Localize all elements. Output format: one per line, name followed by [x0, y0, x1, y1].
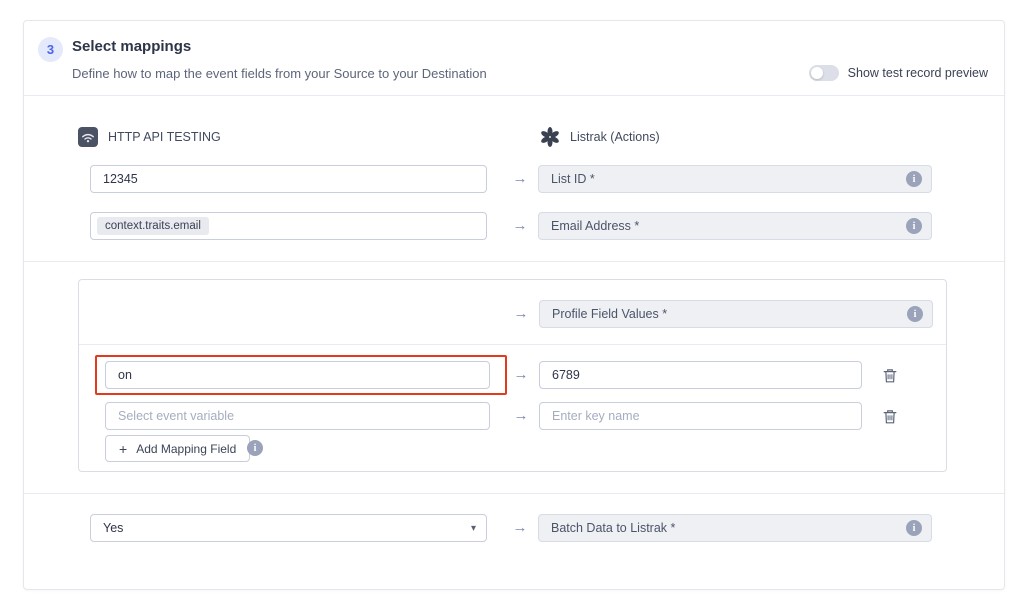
trash-icon: [883, 409, 897, 424]
page-title: Select mappings: [72, 38, 191, 55]
group-divider: [79, 344, 946, 345]
email-destination-field: Email Address * i: [538, 212, 932, 240]
info-icon[interactable]: i: [906, 218, 922, 234]
header-divider: [24, 95, 1004, 96]
destination-field-label: Profile Field Values *: [552, 307, 667, 321]
source-header: HTTP API TESTING: [78, 127, 221, 147]
arrow-right-icon: →: [509, 366, 533, 383]
arrow-right-icon: →: [508, 519, 532, 536]
arrow-right-icon: →: [508, 217, 532, 234]
list-id-input[interactable]: [90, 165, 487, 193]
add-mapping-field-button[interactable]: + Add Mapping Field: [105, 435, 250, 462]
destination-field-label: Batch Data to Listrak *: [551, 521, 675, 535]
destination-field-label: List ID *: [551, 172, 595, 186]
arrow-right-icon: →: [508, 170, 532, 187]
delete-mapping-button[interactable]: [881, 407, 899, 425]
toggle-label: Show test record preview: [848, 66, 988, 80]
batch-selected-value: Yes: [103, 521, 123, 535]
event-variable-token[interactable]: context.traits.email: [97, 217, 209, 235]
info-icon[interactable]: i: [247, 440, 263, 456]
show-test-record-preview-toggle[interactable]: [809, 65, 839, 81]
add-mapping-field-label: Add Mapping Field: [136, 442, 236, 456]
listrak-logo-icon: [540, 127, 560, 147]
test-record-preview-control: Show test record preview: [809, 65, 988, 81]
section-divider: [24, 261, 1004, 262]
chevron-down-icon: ▾: [471, 523, 476, 534]
destination-field-label: Email Address *: [551, 219, 639, 233]
destination-name: Listrak (Actions): [570, 130, 660, 144]
arrow-right-icon: →: [509, 407, 533, 424]
toggle-knob: [811, 67, 823, 79]
email-source-field[interactable]: context.traits.email: [90, 212, 487, 240]
select-mappings-card: 3 Select mappings Define how to map the …: [23, 20, 1005, 590]
mapping-pair-destination: [539, 402, 862, 430]
delete-mapping-button[interactable]: [881, 366, 899, 384]
trash-icon: [883, 368, 897, 383]
key-name-input[interactable]: [539, 402, 862, 430]
wifi-icon: [78, 127, 98, 147]
profile-field-values-group: → Profile Field Values * i → →: [78, 279, 947, 472]
batch-select[interactable]: Yes ▾: [90, 514, 487, 542]
key-name-input[interactable]: [539, 361, 862, 389]
event-variable-input[interactable]: [105, 402, 490, 430]
mapping-pair-destination: [539, 361, 862, 389]
profile-field-values-destination-field: Profile Field Values * i: [539, 300, 933, 328]
list-id-source-field: [90, 165, 487, 193]
page-subtitle: Define how to map the event fields from …: [72, 66, 487, 81]
source-name: HTTP API TESTING: [108, 130, 221, 144]
arrow-right-icon: →: [509, 305, 533, 322]
destination-header: Listrak (Actions): [540, 127, 660, 147]
plus-icon: +: [119, 441, 127, 457]
step-number-badge: 3: [38, 37, 63, 62]
info-icon[interactable]: i: [907, 306, 923, 322]
list-id-destination-field: List ID * i: [538, 165, 932, 193]
info-icon[interactable]: i: [906, 520, 922, 536]
info-icon[interactable]: i: [906, 171, 922, 187]
mapping-pair-source: [105, 361, 490, 389]
section-divider: [24, 493, 1004, 494]
mapping-pair-source: [105, 402, 490, 430]
event-variable-input[interactable]: [105, 361, 490, 389]
batch-destination-field: Batch Data to Listrak * i: [538, 514, 932, 542]
